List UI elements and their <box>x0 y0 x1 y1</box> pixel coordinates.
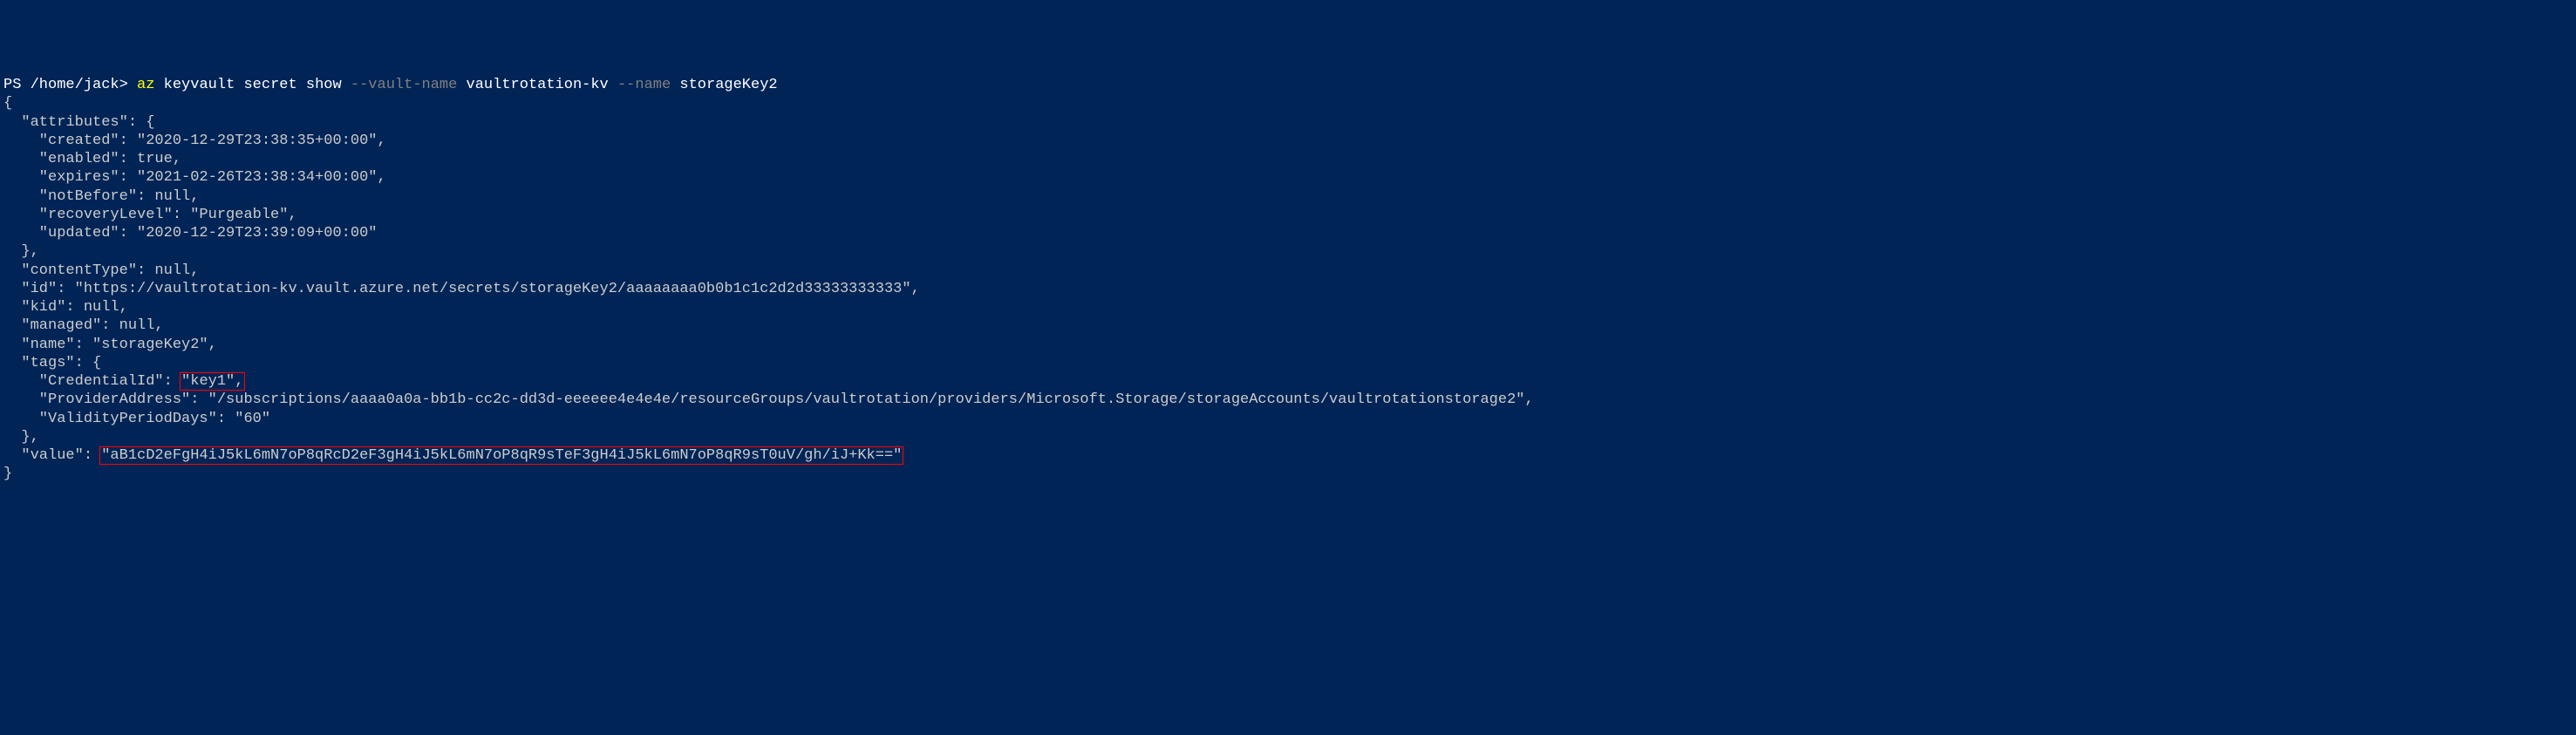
param-name: --name <box>617 77 679 93</box>
cmd-sub: keyvault secret show <box>164 77 351 93</box>
json-line: }, <box>3 429 39 446</box>
prompt-gt: > <box>119 77 137 93</box>
json-line: } <box>3 466 12 482</box>
json-line: "ProviderAddress": "/subscriptions/aaaa0… <box>3 391 1534 408</box>
json-line: { <box>3 95 12 112</box>
json-line: "kid": null, <box>3 299 128 316</box>
json-line: "notBefore": null, <box>3 188 199 205</box>
json-line: "updated": "2020-12-29T23:39:09+00:00" <box>3 225 377 242</box>
val-vault-name: vaultrotation-kv <box>467 77 617 93</box>
json-line-value: "value": "aB1cD2eFgH4iJ5kL6mN7oP8qRcD2eF… <box>3 447 903 464</box>
highlight-credential-id: "key1", <box>180 372 245 391</box>
json-line: "created": "2020-12-29T23:38:35+00:00", <box>3 133 386 149</box>
json-line: }, <box>3 243 39 260</box>
cmd-az: az <box>137 77 164 93</box>
json-line: "expires": "2021-02-26T23:38:34+00:00", <box>3 169 386 186</box>
json-line: "name": "storageKey2", <box>3 337 217 353</box>
json-line: "ValidityPeriodDays": "60" <box>3 411 270 427</box>
prompt-path: /home/jack <box>31 77 119 93</box>
json-line: "attributes": { <box>3 114 154 131</box>
json-line-credential-id: "CredentialId": "key1", <box>3 373 245 390</box>
json-line: "id": "https://vaultrotation-kv.vault.az… <box>3 281 920 297</box>
terminal-output[interactable]: PS /home/jack> az keyvault secret show -… <box>3 76 2573 484</box>
highlight-value: "aB1cD2eFgH4iJ5kL6mN7oP8qRcD2eF3gH4iJ5kL… <box>99 446 903 465</box>
param-vault-name: --vault-name <box>351 77 467 93</box>
json-line: "enabled": true, <box>3 151 181 167</box>
json-line: "tags": { <box>3 355 101 371</box>
val-name: storageKey2 <box>679 77 777 93</box>
json-line: "managed": null, <box>3 317 164 334</box>
prompt-line: PS /home/jack> az keyvault secret show -… <box>3 77 778 93</box>
json-line: "recoveryLevel": "Purgeable", <box>3 207 297 223</box>
json-line: "contentType": null, <box>3 262 199 279</box>
ps-prefix: PS <box>3 77 31 93</box>
